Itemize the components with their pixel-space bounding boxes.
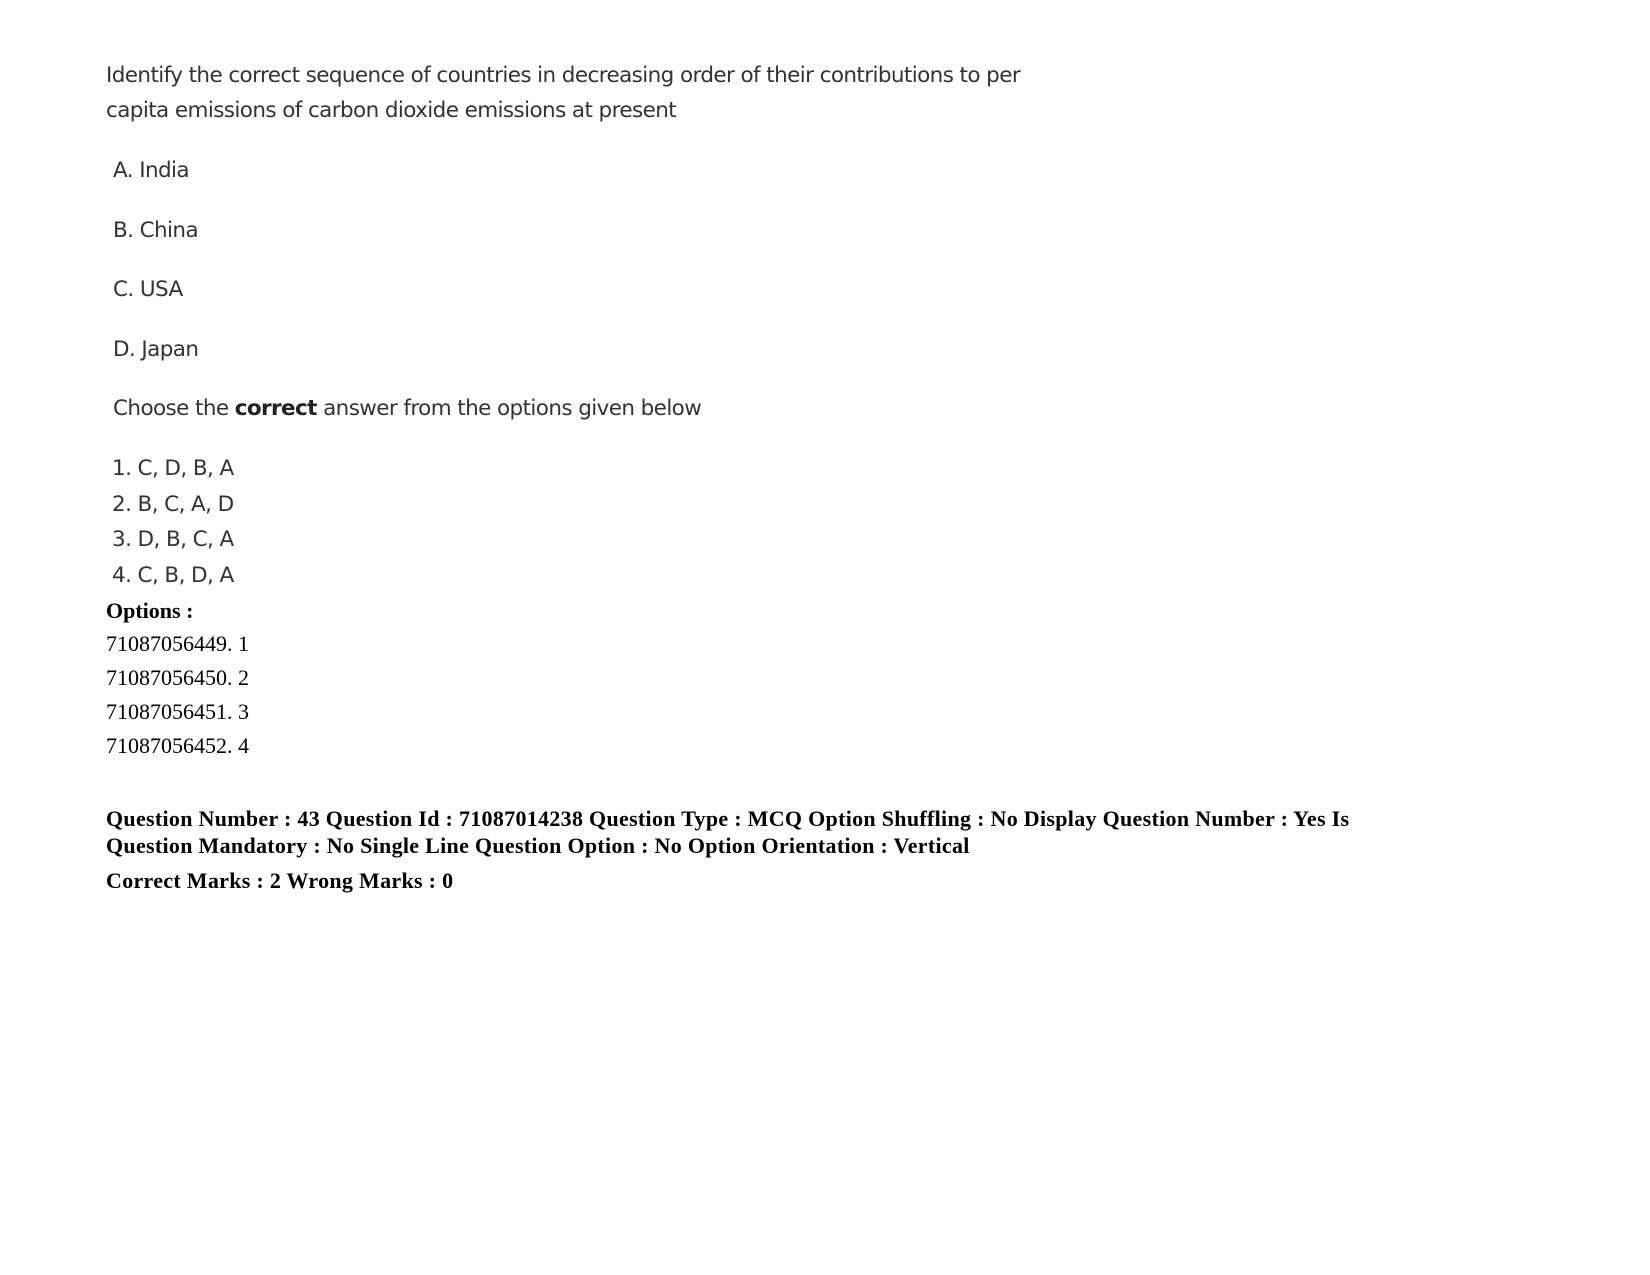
instruction-prefix: Choose the	[113, 396, 235, 421]
statement-a: A. India	[113, 158, 190, 183]
question-marks: Correct Marks : 2 Wrong Marks : 0	[106, 868, 454, 893]
question-text-line-2: capita emissions of carbon dioxide emiss…	[106, 98, 677, 123]
option-row-4: 71087056452. 4	[106, 733, 249, 758]
instruction-suffix: answer from the options given below	[316, 396, 702, 421]
statement-c: C. USA	[113, 277, 183, 302]
choice-3: 3. D, B, C, A	[112, 527, 234, 552]
option-row-1: 71087056449. 1	[106, 631, 249, 656]
question-meta-line-1: Question Number : 43 Question Id : 71087…	[106, 806, 1350, 831]
options-heading: Options :	[106, 598, 194, 623]
statement-d: D. Japan	[113, 337, 199, 362]
statement-b: B. China	[113, 218, 199, 243]
instruction-emphasis: correct	[234, 396, 318, 421]
option-row-2: 71087056450. 2	[106, 665, 249, 690]
question-meta-line-2: Question Mandatory : No Single Line Ques…	[106, 833, 970, 858]
choice-1: 1. C, D, B, A	[112, 456, 234, 481]
choice-2: 2. B, C, A, D	[112, 492, 234, 517]
question-text-line-1: Identify the correct sequence of countri…	[106, 63, 1021, 88]
document-page: Identify the correct sequence of countri…	[0, 0, 1650, 1275]
option-row-3: 71087056451. 3	[106, 699, 249, 724]
instruction-text: Choose the correct answer from the optio…	[113, 396, 702, 421]
choice-4: 4. C, B, D, A	[112, 563, 234, 588]
